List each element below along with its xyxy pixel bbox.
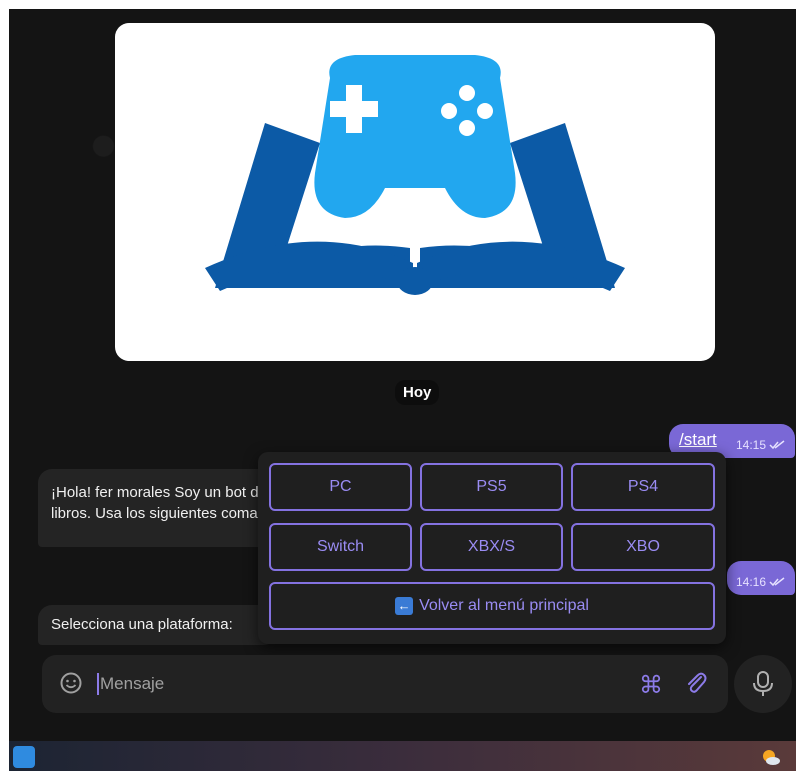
- back-arrow-icon: ←: [395, 597, 414, 615]
- launcher-icon[interactable]: [13, 746, 35, 768]
- platform-button-pc[interactable]: PC: [269, 463, 412, 511]
- double-check-icon: [769, 440, 785, 450]
- message-composer[interactable]: Mensaje ⌘: [42, 655, 728, 713]
- emoji-icon[interactable]: [60, 672, 82, 694]
- platform-button-xbxs[interactable]: XBX/S: [420, 523, 563, 571]
- message-text: Selecciona una plataforma:: [51, 616, 233, 633]
- bot-logo-image[interactable]: [115, 23, 715, 361]
- platform-button-ps5[interactable]: PS5: [420, 463, 563, 511]
- back-button-label: Volver al menú principal: [419, 597, 589, 614]
- incoming-message: ¡Hola! fer morales Soy un bot de libros.…: [38, 469, 290, 547]
- message-input[interactable]: Mensaje: [100, 674, 164, 694]
- microphone-icon: [753, 671, 773, 696]
- message-time: 14:16: [735, 575, 766, 589]
- platform-button-switch[interactable]: Switch: [269, 523, 412, 571]
- weather-icon[interactable]: [761, 747, 781, 767]
- os-taskbar: [9, 741, 796, 771]
- incoming-message: Selecciona una plataforma:: [38, 605, 278, 645]
- message-time: 14:15: [735, 438, 766, 452]
- platform-button-xbo[interactable]: XBO: [571, 523, 715, 571]
- text-cursor: [97, 673, 99, 695]
- microphone-button[interactable]: [734, 655, 792, 713]
- telegram-chat-screen: Hoy /start 14:15 ¡Hola! fer morales Soy …: [9, 9, 796, 771]
- command-icon[interactable]: ⌘: [639, 671, 663, 700]
- paperclip-icon[interactable]: [684, 670, 708, 696]
- back-to-menu-button[interactable]: ← Volver al menú principal: [269, 582, 715, 630]
- gamepad-book-logo: [205, 55, 625, 295]
- message-meta: 14:15: [736, 438, 785, 452]
- date-separator: Hoy: [395, 380, 440, 405]
- start-command-link[interactable]: /start: [679, 430, 717, 450]
- double-check-icon: [769, 577, 785, 587]
- message-meta: 14:16: [736, 575, 785, 589]
- inline-keyboard: PC PS5 PS4 Switch XBX/S XBO ← Volver al …: [258, 452, 726, 644]
- platform-button-ps4[interactable]: PS4: [571, 463, 715, 511]
- outgoing-message[interactable]: 14:16: [727, 561, 795, 595]
